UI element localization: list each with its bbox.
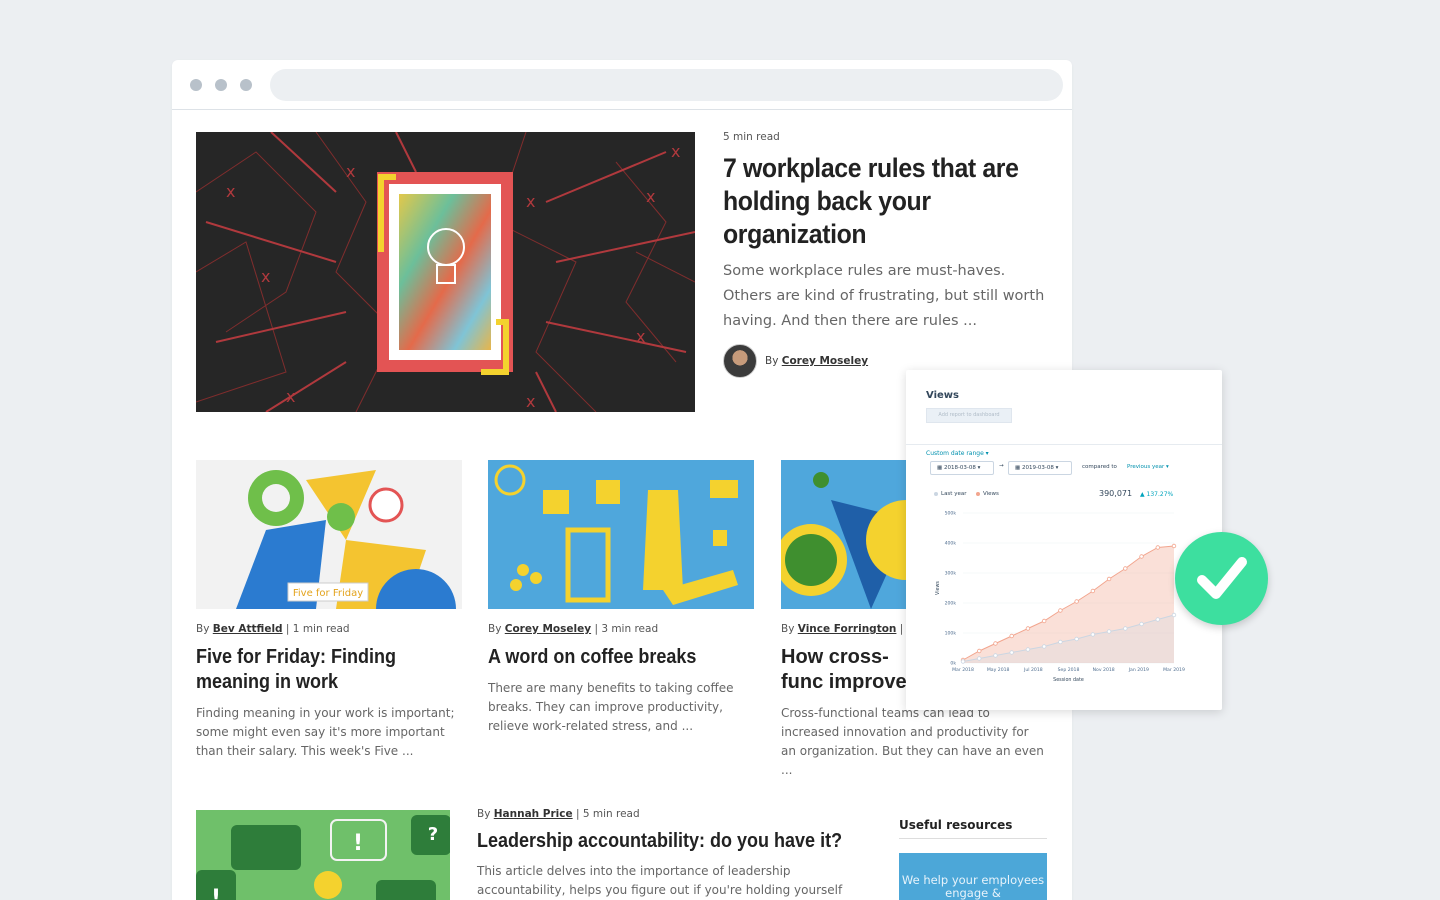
data-point (1106, 576, 1112, 582)
data-point (960, 659, 966, 664)
card-image[interactable]: Five for Friday (196, 460, 462, 609)
y-tick-label: 100k (945, 631, 957, 637)
data-point (1058, 608, 1063, 613)
by-label: By (488, 623, 502, 635)
author-link[interactable]: Hannah Price (494, 808, 573, 820)
y-tick-label: 200k (945, 601, 957, 607)
success-check-icon (1175, 532, 1268, 625)
data-point (1025, 626, 1031, 631)
data-point (1090, 632, 1096, 637)
svg-text:x: x (646, 187, 655, 206)
y-tick-label: 400k (945, 541, 957, 547)
card-meta: By Bev Attfield | 1 min read (196, 623, 462, 635)
svg-text:x: x (226, 182, 235, 201)
svg-text:x: x (671, 142, 680, 161)
read-time: | 5 min read (575, 808, 640, 820)
card-description: Cross-functional teams can lead to incre… (781, 706, 1044, 777)
card-meta: By Corey Moseley | 3 min read (488, 623, 754, 635)
card-title[interactable]: Five for Friday: Finding meaning in work (196, 645, 462, 695)
x-tick-label: Jan 2019 (1128, 667, 1149, 673)
by-label: By (196, 623, 210, 635)
svg-text:x: x (286, 387, 295, 406)
hero-image[interactable]: x x x x x x x x x (196, 132, 695, 412)
data-point (1058, 639, 1063, 645)
card-description: Finding meaning in your work is importan… (196, 706, 455, 758)
data-point (1009, 650, 1014, 655)
svg-text:x: x (261, 267, 270, 286)
hero-article: 5 min read 7 workplace rules that are ho… (723, 131, 1053, 378)
data-point (1041, 644, 1047, 649)
x-tick-label: Mar 2019 (1163, 667, 1185, 673)
svg-text:!: ! (353, 831, 363, 856)
card-title[interactable]: How cross-func improve compa (781, 645, 921, 695)
by-label: By (781, 623, 795, 635)
svg-text:x: x (346, 162, 355, 181)
svg-text:?: ? (428, 824, 438, 845)
card-title[interactable]: A word on coffee breaks (488, 645, 754, 670)
author-link[interactable]: Corey Moseley (505, 623, 591, 635)
resource-promo[interactable]: We help your employees engage & (899, 853, 1047, 900)
hero-title[interactable]: 7 workplace rules that are holding back … (723, 152, 1054, 251)
svg-text:x: x (526, 192, 535, 211)
window-dot-icon (215, 79, 227, 91)
article-card: By Corey Moseley | 3 min read A word on … (488, 460, 754, 736)
data-point (1139, 554, 1144, 559)
read-time: | 3 min read (594, 623, 659, 635)
data-point (1155, 617, 1160, 622)
data-point (1123, 566, 1128, 571)
y-tick-label: 500k (945, 511, 957, 517)
data-point (977, 656, 982, 661)
y-tick-label: 0k (950, 661, 956, 667)
svg-text:x: x (526, 392, 535, 411)
article-card: Five for Friday By Bev Attfield | 1 min … (196, 460, 462, 761)
data-point (1025, 647, 1031, 652)
data-point (1139, 621, 1144, 627)
x-tick-label: Nov 2018 (1093, 667, 1115, 673)
row3-image[interactable]: ! ? ! (196, 810, 450, 900)
author-link[interactable]: Corey Moseley (782, 355, 868, 367)
x-tick-label: Sep 2018 (1058, 667, 1080, 673)
author-avatar (723, 344, 757, 378)
data-point (1123, 626, 1128, 631)
author-link[interactable]: Vince Forrington (798, 623, 897, 635)
x-tick-label: Jul 2018 (1023, 667, 1043, 673)
author-link[interactable]: Bev Attfield (213, 623, 283, 635)
row3-description: This article delves into the importance … (477, 864, 843, 897)
data-point (993, 653, 998, 658)
useful-resources: Useful resources We help your employees … (899, 818, 1047, 900)
byline: By Corey Moseley (765, 355, 868, 367)
by-label: By (477, 808, 491, 820)
data-point (1074, 599, 1079, 604)
data-point (1041, 618, 1047, 624)
y-tick-label: 300k (945, 571, 957, 577)
data-point (1106, 629, 1112, 634)
svg-text:x: x (636, 327, 645, 346)
row3-article: By Hannah Price | 5 min read Leadership … (477, 808, 867, 900)
useful-resources-title: Useful resources (899, 818, 1047, 839)
x-tick-label: Mar 2018 (952, 667, 974, 673)
data-point (977, 648, 982, 654)
by-label: By (765, 355, 779, 367)
x-axis-label: Session date (1053, 677, 1084, 683)
y-axis-label: Views (935, 581, 941, 595)
card-meta: By Hannah Price | 5 min read (477, 808, 867, 820)
card-description: There are many benefits to taking coffee… (488, 681, 734, 733)
svg-text:!: ! (211, 886, 221, 900)
read-time: | 1 min read (285, 623, 350, 635)
x-tick-label: May 2018 (987, 667, 1010, 673)
data-point (1074, 636, 1079, 642)
data-point (1009, 633, 1014, 639)
card-image[interactable] (488, 460, 754, 609)
data-point (1155, 545, 1160, 550)
data-point (1090, 588, 1096, 594)
card-badge: Five for Friday (293, 588, 363, 599)
hero-read-time: 5 min read (723, 131, 780, 143)
address-bar[interactable] (270, 69, 1063, 101)
hero-description: Some workplace rules are must-haves. Oth… (723, 263, 1045, 329)
row3-title[interactable]: Leadership accountability: do you have i… (477, 829, 864, 854)
window-dot-icon (190, 79, 202, 91)
data-point (993, 641, 998, 646)
window-dot-icon (240, 79, 252, 91)
browser-chrome (172, 60, 1072, 110)
